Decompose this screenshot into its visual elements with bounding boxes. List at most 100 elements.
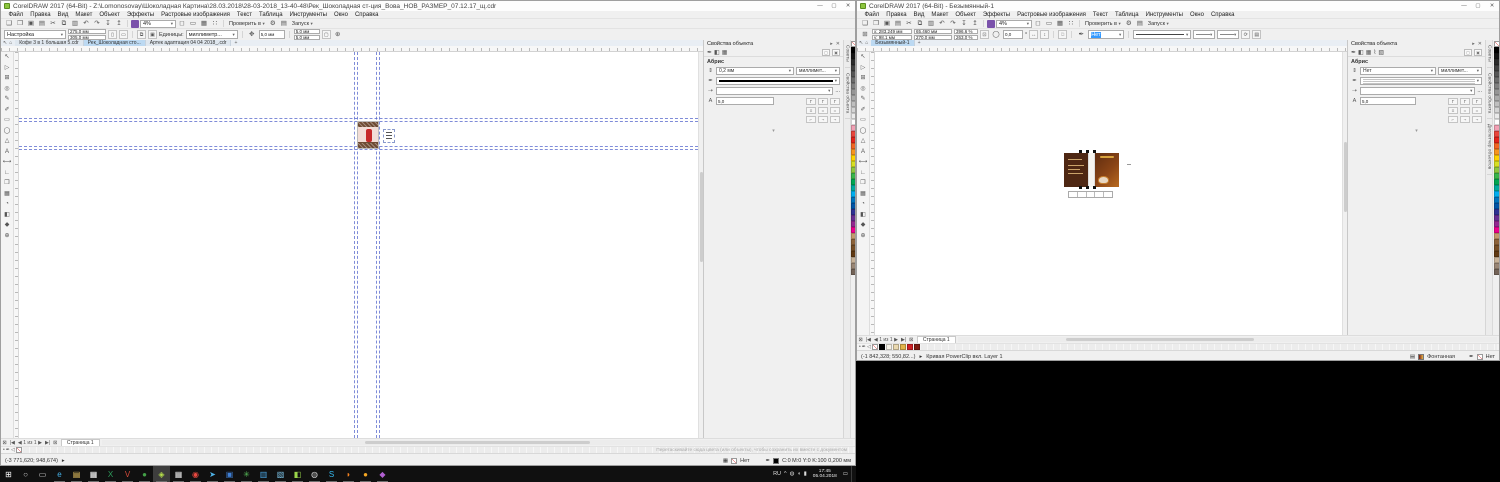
group-button[interactable]: ⧉ xyxy=(1058,30,1068,39)
outline-units-combo[interactable]: миллимет... ▾ xyxy=(796,67,840,75)
all-pages-button[interactable]: ⧉ xyxy=(137,30,146,39)
rectangle-tool[interactable]: ▭ xyxy=(858,117,869,124)
app-icon-leaf[interactable]: ✳ xyxy=(238,466,255,482)
app-icon-lime[interactable]: ◧ xyxy=(289,466,306,482)
menu-item[interactable]: Макет xyxy=(928,12,952,18)
previous-page-button[interactable]: ◀ xyxy=(872,337,879,343)
check-in-button[interactable]: Проверить в ▾ xyxy=(227,21,267,27)
selection-handle[interactable] xyxy=(1093,186,1096,189)
page-sorter-icon[interactable]: ⊠ xyxy=(1,440,8,446)
line-style-combo[interactable]: ▾ xyxy=(716,77,840,85)
edge-icon[interactable]: e xyxy=(51,466,68,482)
notification-center-icon[interactable]: ▭ xyxy=(843,471,848,477)
app-icon-red[interactable]: V xyxy=(119,466,136,482)
print-icon[interactable]: ▤ xyxy=(893,19,903,29)
units-combo[interactable]: миллиметр... ▾ xyxy=(185,30,238,39)
duplicate-x-field[interactable]: 5,0 мм xyxy=(293,29,320,34)
color-eyedropper-tool[interactable]: ◔ xyxy=(858,201,869,208)
wrap-style-button[interactable]: ▣ xyxy=(832,48,840,56)
last-page-button[interactable]: ▶| xyxy=(44,440,52,446)
pick-tool[interactable]: ↖ xyxy=(858,54,869,61)
docker-close-icon[interactable]: ✕ xyxy=(1478,41,1482,47)
start-button[interactable]: ⊞ xyxy=(0,466,17,482)
color-eyedropper-tool[interactable]: ◔ xyxy=(2,201,13,208)
page-sorter-icon[interactable]: ⊠ xyxy=(857,337,864,343)
tray-network-icon[interactable]: ◍ xyxy=(790,471,795,477)
docker-pin-icon[interactable]: ▸ xyxy=(1472,41,1475,47)
minimize-button[interactable]: — xyxy=(813,1,827,11)
tray-expand-icon[interactable]: ^ xyxy=(784,471,787,477)
transparency-tab-icon[interactable]: ▦ xyxy=(722,49,728,56)
start-arrowhead-combo[interactable]: ▾ xyxy=(1193,30,1216,39)
app-icon-orange[interactable]: ● xyxy=(357,466,374,482)
ellipse-tool[interactable]: ◯ xyxy=(2,128,13,135)
transparency-tab-icon[interactable]: ▦ xyxy=(1366,49,1372,56)
guideline-vertical[interactable] xyxy=(379,52,380,438)
freehand-tool[interactable]: ✎ xyxy=(858,96,869,103)
store-icon[interactable]: ▦ xyxy=(85,466,102,482)
corner-style-button[interactable]: Г xyxy=(1472,97,1482,105)
object-width-field[interactable]: 65,460 мм xyxy=(914,29,952,34)
file-explorer-icon[interactable]: ▤ xyxy=(68,466,85,482)
app-icon-purple[interactable]: ◆ xyxy=(374,466,391,482)
docker-close-icon[interactable]: ✕ xyxy=(836,41,840,47)
smart-fill-tool[interactable]: ◆ xyxy=(858,222,869,229)
skype-icon[interactable]: S xyxy=(323,466,340,482)
mirror-vertical-button[interactable]: ↕ xyxy=(1040,30,1050,39)
previous-page-button[interactable]: ◀ xyxy=(16,440,23,446)
outline-tab-icon[interactable]: ✒ xyxy=(707,49,712,56)
line-cap-button[interactable]: = xyxy=(818,107,828,114)
interactive-fill-tool[interactable]: ◧ xyxy=(2,212,13,219)
redo-icon[interactable]: ↷ xyxy=(92,19,102,29)
page-tab[interactable]: Страница 1 xyxy=(60,439,100,446)
cut-icon[interactable]: ✂ xyxy=(904,19,914,29)
frame-tab-icon[interactable]: ▧ xyxy=(1378,49,1384,56)
paste-icon[interactable]: ▥ xyxy=(926,19,936,29)
outline-position-button[interactable]: ¬ xyxy=(1472,116,1482,123)
line-style-combo[interactable]: ▾ xyxy=(1360,77,1482,85)
menu-item[interactable]: Файл xyxy=(5,12,27,18)
outline-position-button[interactable]: ¬ xyxy=(830,116,840,123)
line-cap-button[interactable]: = xyxy=(1472,107,1482,114)
dieline-panel-strip[interactable] xyxy=(1068,191,1113,198)
selection-handle[interactable] xyxy=(1079,150,1082,153)
outline-width-combo[interactable]: 0,2 мм ▾ xyxy=(716,67,794,75)
guideline-horizontal[interactable] xyxy=(19,149,698,150)
menu-item[interactable]: Справка xyxy=(1207,12,1238,18)
menu-item[interactable]: Эффекты xyxy=(979,12,1013,18)
line-cap-button[interactable]: = xyxy=(1460,107,1470,114)
cut-icon[interactable]: ✂ xyxy=(48,19,58,29)
menu-item[interactable]: Правка xyxy=(883,12,910,18)
copy-icon[interactable]: ⧉ xyxy=(59,19,69,29)
docker-side-tab[interactable]: Диспетчер объектов xyxy=(1486,119,1492,176)
fullscreen-preview-icon[interactable]: ◻ xyxy=(177,19,187,29)
undo-icon[interactable]: ↶ xyxy=(81,19,91,29)
miter-limit-field[interactable]: 5,0 xyxy=(716,97,774,105)
outline-width-combo[interactable]: Нет ▾ xyxy=(1360,67,1436,75)
redo-icon[interactable]: ↷ xyxy=(948,19,958,29)
line-cap-button[interactable]: = xyxy=(830,107,840,114)
wrap-text-button[interactable]: ⟳ xyxy=(1241,30,1251,39)
guideline-vertical[interactable] xyxy=(357,52,358,438)
polygon-tool[interactable]: △ xyxy=(858,138,869,145)
last-page-button[interactable]: ▶| xyxy=(900,337,908,343)
menu-item[interactable]: Справка xyxy=(351,12,382,18)
outline-units-combo[interactable]: миллимет... ▾ xyxy=(1438,67,1482,75)
zoom-level-combo[interactable]: 4% ▾ xyxy=(996,19,1032,28)
docker-side-tab[interactable]: Свойства объекта xyxy=(844,68,850,120)
new-document-icon[interactable]: ❑ xyxy=(4,19,14,29)
menu-item[interactable]: Макет xyxy=(72,12,96,18)
menu-item[interactable]: Объект xyxy=(96,12,123,18)
maximize-button[interactable]: ▢ xyxy=(827,1,841,11)
menu-item[interactable]: Инструменты xyxy=(1142,12,1186,18)
shape-tool[interactable]: ▷ xyxy=(2,65,13,72)
zoom-level-combo[interactable]: 4% ▾ xyxy=(140,19,176,28)
app-icon-photo[interactable]: ▧ xyxy=(272,466,289,482)
docker-side-tab[interactable]: Свойства объекта xyxy=(1486,68,1492,120)
polygon-tool[interactable]: △ xyxy=(2,138,13,145)
selection-handle[interactable] xyxy=(1093,150,1096,153)
transparency-tool[interactable]: ▦ xyxy=(2,191,13,198)
treat-as-filled-button[interactable]: ▢ xyxy=(321,30,331,39)
small-linked-object[interactable] xyxy=(383,129,395,143)
drawing-canvas[interactable] xyxy=(19,52,698,438)
